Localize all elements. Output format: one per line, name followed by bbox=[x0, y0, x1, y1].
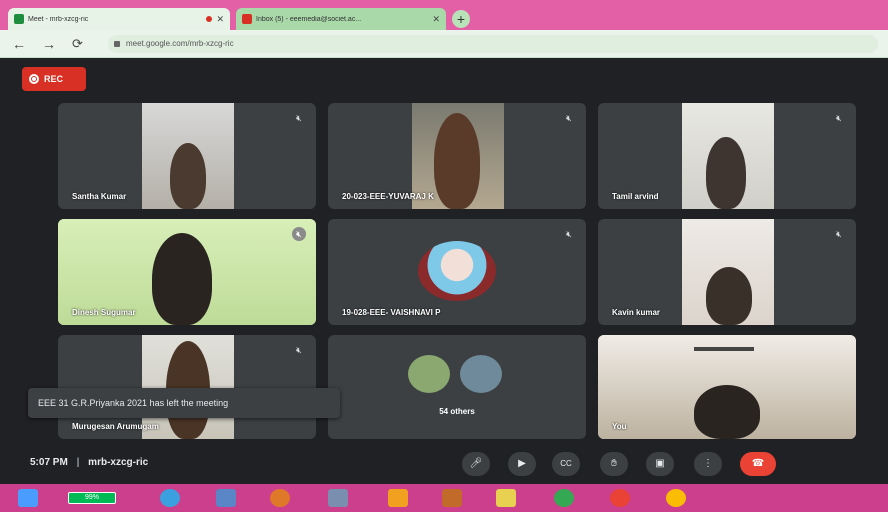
participant-tile[interactable]: 🔇︎ Santha Kumar bbox=[58, 103, 316, 209]
participant-name: Dinesh Sugumar bbox=[72, 308, 136, 317]
tab-meet[interactable]: Meet - mrb-xzcg-ric ✕ bbox=[8, 8, 230, 30]
participant-tile[interactable]: 🔇︎ Kavin kumar bbox=[598, 219, 856, 325]
notification-toast: EEE 31 G.R.Priyanka 2021 has left the me… bbox=[28, 388, 340, 418]
more-options-button[interactable]: ⋮ bbox=[694, 452, 722, 476]
participant-name: Murugesan Arumugam bbox=[72, 422, 159, 431]
microphone-button[interactable]: 🎤︎ bbox=[462, 452, 490, 476]
back-arrow-icon[interactable]: ← bbox=[12, 36, 26, 52]
rec-label: REC bbox=[44, 74, 64, 84]
meeting-info: 5:07 PM | mrb-xzcg-ric bbox=[30, 457, 148, 468]
recording-dot-icon bbox=[206, 16, 213, 22]
edge-browser-icon[interactable] bbox=[160, 489, 180, 507]
reload-icon[interactable]: ⟳ bbox=[72, 36, 83, 52]
participant-tile[interactable]: 🔇︎ Murugesan Arumugam bbox=[58, 335, 316, 439]
participant-name: Tamil arvind bbox=[612, 192, 659, 201]
participant-video bbox=[682, 103, 774, 209]
meet-favicon-icon bbox=[14, 14, 24, 24]
address-bar-row: ← → ⟳ meet.google.com/mrb-xzcg-ric bbox=[0, 30, 888, 58]
participant-avatar bbox=[418, 241, 496, 301]
participant-figure bbox=[152, 233, 212, 325]
others-tile[interactable]: 54 others bbox=[328, 335, 586, 439]
participant-name: 20-023-EEE-YUVARAJ K bbox=[342, 192, 434, 201]
camera-button[interactable]: ▶ bbox=[508, 452, 536, 476]
url-input[interactable]: meet.google.com/mrb-xzcg-ric bbox=[108, 35, 878, 53]
muted-mic-icon: 🔇︎ bbox=[296, 113, 302, 123]
captions-button[interactable]: CC bbox=[552, 452, 580, 476]
close-tab-icon[interactable]: ✕ bbox=[216, 14, 224, 25]
participant-video bbox=[682, 219, 774, 325]
chrome-icon[interactable] bbox=[610, 489, 630, 507]
self-tile[interactable]: You bbox=[598, 335, 856, 439]
self-video bbox=[598, 335, 856, 439]
muted-mic-icon: 🔇︎ bbox=[566, 229, 572, 239]
meeting-code: mrb-xzcg-ric bbox=[88, 457, 149, 468]
screen: Meet - mrb-xzcg-ric ✕ Inbox (5) - eeemed… bbox=[0, 0, 888, 512]
folder-icon[interactable] bbox=[496, 489, 516, 507]
firefox-icon[interactable] bbox=[270, 489, 290, 507]
participant-tile[interactable]: 🔇︎ Tamil arvind bbox=[598, 103, 856, 209]
paint-icon[interactable] bbox=[388, 489, 408, 507]
forward-arrow-icon[interactable]: → bbox=[42, 36, 56, 52]
app-icon[interactable] bbox=[328, 489, 348, 507]
vlc-icon[interactable] bbox=[442, 489, 462, 507]
ceiling-fan bbox=[694, 347, 754, 351]
meeting-controls-bar: 5:07 PM | mrb-xzcg-ric 🎤︎ ▶ CC ✋︎ ▣ ⋮ ☎ bbox=[0, 444, 888, 484]
clock-time: 5:07 PM bbox=[30, 457, 68, 468]
participant-figure bbox=[706, 267, 752, 325]
muted-mic-icon: 🔇︎ bbox=[836, 113, 842, 123]
participant-avatar bbox=[408, 355, 450, 393]
close-tab-icon[interactable]: ✕ bbox=[432, 14, 440, 25]
meet-stage: REC 🔇︎ Santha Kumar 🔇︎ 20-023-EEE-YUVARA… bbox=[0, 58, 888, 484]
muted-mic-icon: 🔇︎ bbox=[292, 227, 306, 241]
tab-title: Inbox (5) - eeemedia@societ.ac... bbox=[256, 15, 362, 23]
recording-indicator[interactable]: REC bbox=[22, 67, 86, 91]
browser-tab-bar: Meet - mrb-xzcg-ric ✕ Inbox (5) - eeemed… bbox=[0, 0, 888, 30]
others-count: 54 others bbox=[439, 407, 475, 416]
file-explorer-icon[interactable] bbox=[216, 489, 236, 507]
muted-mic-icon: 🔇︎ bbox=[566, 113, 572, 123]
participant-video bbox=[142, 103, 234, 209]
participant-tile[interactable]: 🔇︎ 19-028-EEE- VAISHNAVI P bbox=[328, 219, 586, 325]
lock-icon bbox=[114, 41, 120, 47]
new-tab-button[interactable]: + bbox=[452, 10, 470, 28]
participant-name: Kavin kumar bbox=[612, 308, 661, 317]
separator: | bbox=[76, 457, 80, 468]
os-taskbar: 99% bbox=[0, 484, 888, 512]
raise-hand-button[interactable]: ✋︎ bbox=[600, 452, 628, 476]
participant-tile[interactable]: 🔇︎ 20-023-EEE-YUVARAJ K bbox=[328, 103, 586, 209]
participant-name: Santha Kumar bbox=[72, 192, 127, 201]
participant-name: You bbox=[612, 422, 627, 431]
chrome-icon[interactable] bbox=[666, 489, 686, 507]
chrome-icon[interactable] bbox=[554, 489, 574, 507]
url-text: meet.google.com/mrb-xzcg-ric bbox=[126, 39, 234, 48]
muted-mic-icon: 🔇︎ bbox=[296, 345, 302, 355]
record-icon bbox=[29, 74, 39, 84]
participant-tile[interactable]: 🔇︎ Dinesh Sugumar bbox=[58, 219, 316, 325]
hang-up-button[interactable]: ☎ bbox=[740, 452, 776, 476]
participant-figure bbox=[434, 113, 480, 209]
windows-start-icon[interactable] bbox=[18, 489, 38, 507]
muted-mic-icon: 🔇︎ bbox=[836, 229, 842, 239]
tab-inbox[interactable]: Inbox (5) - eeemedia@societ.ac... ✕ bbox=[236, 8, 446, 30]
battery-indicator: 99% bbox=[68, 492, 116, 504]
participant-figure bbox=[694, 385, 760, 439]
tab-title: Meet - mrb-xzcg-ric bbox=[28, 15, 89, 23]
participant-name: 19-028-EEE- VAISHNAVI P bbox=[342, 308, 441, 317]
participant-avatar bbox=[460, 355, 502, 393]
present-button[interactable]: ▣ bbox=[646, 452, 674, 476]
participant-figure bbox=[706, 137, 746, 209]
gmail-favicon-icon bbox=[242, 14, 252, 24]
participant-figure bbox=[170, 143, 206, 209]
